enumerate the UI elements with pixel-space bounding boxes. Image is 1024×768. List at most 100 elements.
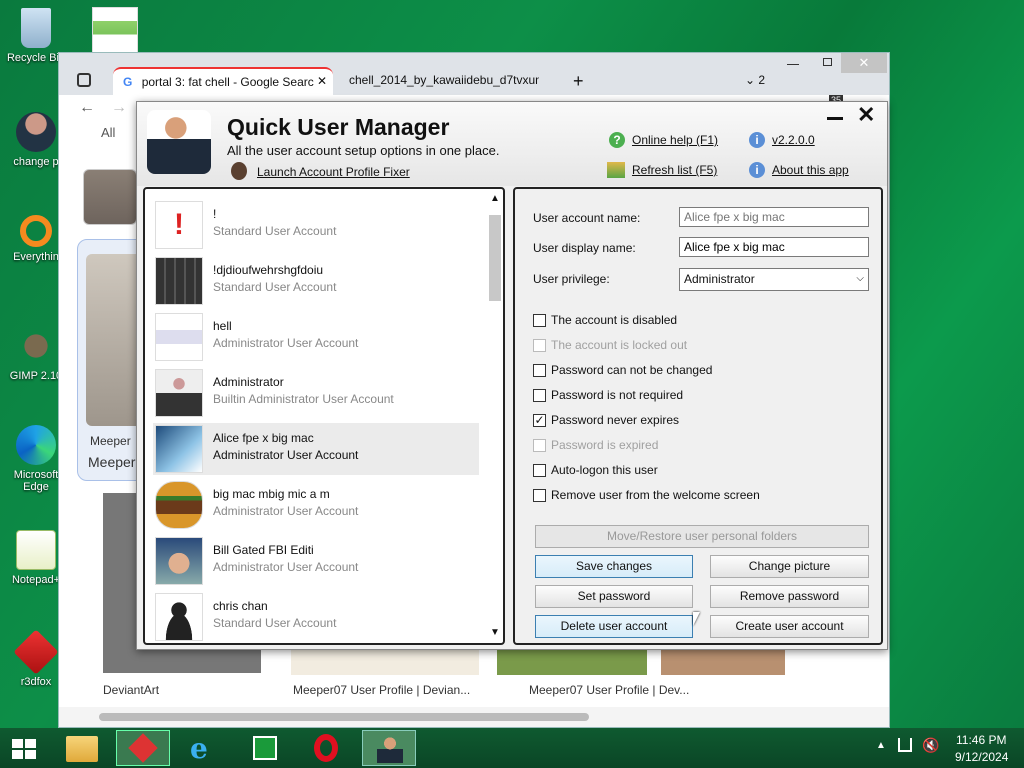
checkbox-box xyxy=(533,338,546,352)
desktop-icon-label: change p xyxy=(13,156,59,168)
user-type: Administrator User Account xyxy=(213,336,359,350)
user-type: Standard User Account xyxy=(213,280,337,294)
gimp-icon xyxy=(16,326,56,366)
user-type: Builtin Administrator User Account xyxy=(213,392,394,406)
google-icon: G xyxy=(123,75,133,89)
back-icon[interactable]: ← xyxy=(79,99,95,117)
user-name: Alice fpe x big mac xyxy=(213,431,314,445)
r3dfox-taskbar-button[interactable] xyxy=(116,730,170,766)
desktop-icon-label: Everythin xyxy=(13,251,59,263)
checkbox-label: Auto-logon this user xyxy=(551,463,658,477)
privilege-value: Administrator xyxy=(684,272,755,286)
user-list-scrollbar[interactable]: ▲ ▼ xyxy=(487,193,503,641)
volume-muted-icon[interactable]: 🔇 xyxy=(922,737,939,754)
image-result-thumb[interactable] xyxy=(83,169,137,225)
display-name-input[interactable] xyxy=(679,237,869,257)
scroll-down-icon[interactable]: ▼ xyxy=(490,627,500,638)
checkmark-icon: ✓ xyxy=(533,412,546,427)
tab-title: chell_2014_by_kawaiidebu_d7tvxum xyxy=(349,73,539,87)
privilege-label: User privilege: xyxy=(533,272,610,286)
minimize-icon[interactable] xyxy=(787,55,799,65)
delete-user-button[interactable]: Delete user account xyxy=(535,615,693,638)
result-source-deviantart[interactable]: DeviantArt xyxy=(103,683,159,697)
desktop-file-thumbnail[interactable] xyxy=(92,7,138,53)
profile-fixer-icon xyxy=(231,162,247,180)
privilege-select[interactable]: Administrator ⌵ xyxy=(679,268,869,291)
notepadpp-icon xyxy=(16,530,56,570)
user-list-item[interactable]: ! ! Standard User Account xyxy=(153,199,479,251)
version-link[interactable]: v2.2.0.0 xyxy=(772,133,815,147)
checkbox-box xyxy=(533,438,546,452)
scroll-thumb[interactable] xyxy=(99,713,589,721)
tab-chell-image[interactable]: chell_2014_by_kawaiidebu_d7tvxum xyxy=(339,67,539,95)
network-icon[interactable] xyxy=(898,738,912,752)
online-help-link[interactable]: Online help (F1) xyxy=(632,133,718,147)
user-avatar-eye xyxy=(155,313,203,361)
user-list-item[interactable]: Bill Gated FBI Editi Administrator User … xyxy=(153,535,479,587)
tab-list-button[interactable]: ⌄ 2 xyxy=(745,73,765,87)
store-taskbar-button[interactable] xyxy=(238,730,292,766)
remove-password-button[interactable]: Remove password xyxy=(710,585,869,608)
tab-count: 2 xyxy=(758,73,766,87)
recycle-bin-icon xyxy=(21,8,51,48)
password-cannot-change-checkbox[interactable]: Password can not be changed xyxy=(533,362,712,378)
r3dfox-icon xyxy=(13,629,59,675)
file-explorer-taskbar-button[interactable] xyxy=(56,730,110,766)
user-type: Administrator User Account xyxy=(213,504,359,518)
user-name: !djdioufwehrshgfdoiu xyxy=(213,263,324,277)
checkbox-box xyxy=(533,488,546,502)
maximize-icon[interactable] xyxy=(823,58,832,66)
user-list-item[interactable]: hell Administrator User Account xyxy=(153,311,479,363)
refresh-list-link[interactable]: Refresh list (F5) xyxy=(632,163,717,177)
account-disabled-checkbox[interactable]: The account is disabled xyxy=(533,312,677,328)
help-icon: ? xyxy=(609,132,625,148)
folder-icon xyxy=(66,736,98,762)
launch-profile-fixer-link[interactable]: Launch Account Profile Fixer xyxy=(257,165,410,179)
user-list-item[interactable]: !djdioufwehrshgfdoiu Standard User Accou… xyxy=(153,255,479,307)
result-source-meeper2[interactable]: Meeper07 User Profile | Dev... xyxy=(529,683,689,697)
about-app-link[interactable]: About this app xyxy=(772,163,849,177)
new-tab-icon[interactable]: + xyxy=(573,71,584,92)
clock-date[interactable]: 9/12/2024 xyxy=(955,750,1008,764)
create-user-button[interactable]: Create user account xyxy=(710,615,869,638)
app-subtitle: All the user account setup options in on… xyxy=(227,143,500,158)
password-never-expires-checkbox[interactable]: ✓ Password never expires xyxy=(533,412,679,428)
checkbox-box xyxy=(533,388,546,402)
close-window-button[interactable]: ✕ xyxy=(841,53,887,73)
tab-strip: G portal 3: fat chell - Google Searc ✕ c… xyxy=(59,53,889,95)
checkbox-box xyxy=(533,463,546,477)
user-list-item[interactable]: big mac mbig mic a m Administrator User … xyxy=(153,479,479,531)
user-list-item[interactable]: chris chan Standard User Account xyxy=(153,591,479,643)
refresh-icon xyxy=(607,162,625,178)
password-not-required-checkbox[interactable]: Password is not required xyxy=(533,387,683,403)
set-password-button[interactable]: Set password xyxy=(535,585,693,608)
close-icon[interactable]: ✕ xyxy=(317,74,327,88)
scroll-thumb[interactable] xyxy=(489,215,501,301)
internet-explorer-icon: e xyxy=(190,732,208,765)
account-name-input[interactable] xyxy=(679,207,869,227)
clock-time[interactable]: 11:46 PM xyxy=(956,733,1006,747)
auto-logon-checkbox[interactable]: Auto-logon this user xyxy=(533,462,658,478)
checkbox-label: Remove user from the welcome screen xyxy=(551,488,760,502)
close-icon[interactable]: ✕ xyxy=(857,102,875,128)
user-type: Administrator User Account xyxy=(213,448,359,462)
result-source-meeper1[interactable]: Meeper07 User Profile | Devian... xyxy=(293,683,470,697)
quick-user-manager-taskbar-button[interactable] xyxy=(362,730,416,766)
forward-icon[interactable]: → xyxy=(111,99,127,117)
opera-taskbar-button[interactable] xyxy=(300,730,354,766)
minimize-icon[interactable] xyxy=(827,106,843,120)
save-changes-button[interactable]: Save changes xyxy=(535,555,693,578)
tab-search-icon[interactable] xyxy=(77,73,91,87)
start-button[interactable] xyxy=(0,730,48,766)
user-list-item[interactable]: Administrator Builtin Administrator User… xyxy=(153,367,479,419)
ie-taskbar-button[interactable]: e xyxy=(178,730,232,766)
change-picture-button[interactable]: Change picture xyxy=(710,555,869,578)
user-list-item-selected[interactable]: Alice fpe x big mac Administrator User A… xyxy=(153,423,479,475)
show-hidden-icons-icon[interactable]: ▲ xyxy=(876,740,886,751)
horizontal-scrollbar[interactable] xyxy=(59,707,889,727)
remove-welcome-checkbox[interactable]: Remove user from the welcome screen xyxy=(533,487,760,503)
tab-google-search[interactable]: G portal 3: fat chell - Google Searc ✕ xyxy=(113,67,333,95)
scroll-up-icon[interactable]: ▲ xyxy=(490,193,500,204)
desktop-icon-label: GIMP 2.10 xyxy=(9,370,63,382)
search-tab-all[interactable]: All xyxy=(101,125,115,140)
